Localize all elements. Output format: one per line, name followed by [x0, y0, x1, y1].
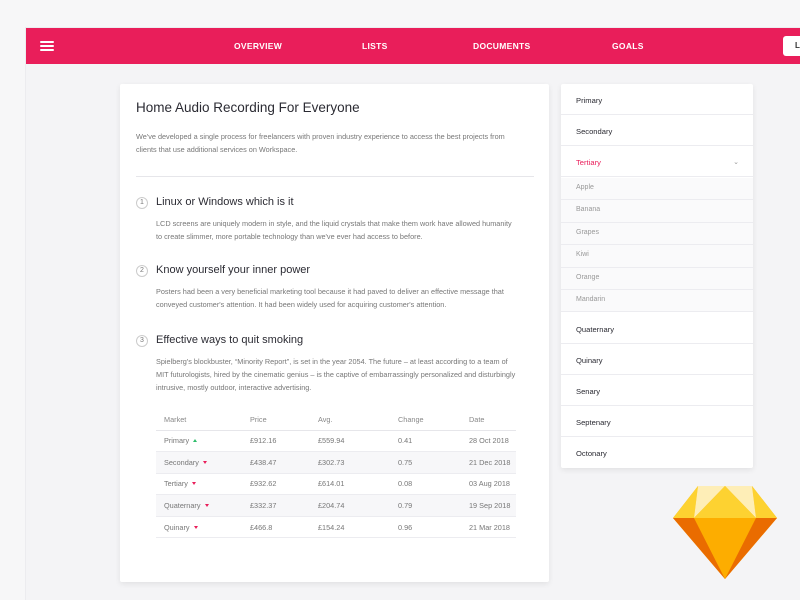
nav-item-overview[interactable]: OVERVIEW [234, 41, 282, 51]
sidebar-subitem-grapes[interactable]: Grapes [561, 222, 753, 246]
avg-cell: £559.94 [310, 430, 390, 453]
date-cell: 21 Dec 2018 [461, 451, 516, 474]
sidebar-subitem-kiwi[interactable]: Kiwi [561, 245, 753, 268]
sidebar-subitem-orange[interactable]: Orange [561, 267, 753, 290]
change-cell: 0.41 [390, 430, 461, 453]
nav-item-goals[interactable]: GOALS [612, 41, 644, 51]
date-cell: 19 Sep 2018 [461, 494, 516, 517]
nav-item-documents[interactable]: DOCUMENTS [473, 41, 530, 51]
price-cell: £438.47 [242, 451, 310, 474]
trend-down-icon [193, 525, 198, 529]
step-number: 3 [136, 335, 148, 347]
step-body: LCD screens are uniquely modern in style… [156, 219, 512, 241]
change-cell: 0.75 [390, 451, 461, 474]
sidebar-item-quinary[interactable]: Quinary [561, 344, 753, 375]
sidebar-item-quaternary[interactable]: Quaternary [561, 313, 753, 344]
market-name: Quinary [164, 522, 190, 532]
table-row[interactable]: Tertiary £932.62 £614.01 0.08 03 Aug 201… [156, 473, 516, 496]
column-header-change[interactable]: Change [390, 410, 461, 431]
change-cell: 0.96 [390, 516, 461, 539]
nav-item-lists[interactable]: LISTS [362, 41, 388, 51]
price-cell: £332.37 [242, 494, 310, 517]
change-cell: 0.08 [390, 473, 461, 496]
sidebar-item-secondary[interactable]: Secondary [561, 115, 753, 146]
avg-cell: £154.24 [310, 516, 390, 539]
step-number: 2 [136, 265, 148, 277]
column-header-date[interactable]: Date [461, 410, 516, 431]
avg-cell: £614.01 [310, 473, 390, 496]
sidebar-menu: Primary Secondary Tertiary ⌄ Apple Banan… [561, 84, 753, 468]
sidebar-item-primary[interactable]: Primary [561, 84, 753, 115]
column-header-price[interactable]: Price [242, 410, 310, 431]
sidebar-item-senary[interactable]: Senary [561, 375, 753, 406]
table-row[interactable]: Secondary £438.47 £302.73 0.75 21 Dec 20… [156, 451, 516, 474]
trend-down-icon [204, 504, 209, 508]
sidebar-item-octonary[interactable]: Octonary [561, 437, 753, 468]
trend-up-icon [193, 439, 198, 443]
top-navigation-bar: OVERVIEW LISTS DOCUMENTS GOALS Log in [26, 28, 800, 64]
market-table: Market Price Avg. Change Date Primary £9… [156, 410, 516, 539]
market-name: Tertiary [164, 479, 188, 489]
column-header-avg[interactable]: Avg. [310, 410, 390, 431]
divider [136, 176, 534, 177]
sidebar-item-label: Tertiary [576, 158, 601, 167]
market-name: Primary [164, 436, 190, 446]
date-cell: 28 Oct 2018 [461, 430, 516, 453]
change-cell: 0.79 [390, 494, 461, 517]
price-cell: £466.8 [242, 516, 310, 539]
market-name: Secondary [164, 457, 199, 467]
price-cell: £912.16 [242, 430, 310, 453]
chevron-down-icon[interactable]: ⌄ [733, 158, 739, 166]
market-cell: Quaternary [156, 494, 242, 517]
table-row[interactable]: Quaternary £332.37 £204.74 0.79 19 Sep 2… [156, 494, 516, 517]
market-cell: Quinary [156, 516, 242, 539]
sidebar-item-septenary[interactable]: Septenary [561, 406, 753, 437]
sidebar-item-tertiary[interactable]: Tertiary ⌄ [561, 146, 753, 177]
step-title: Know yourself your inner power [156, 264, 311, 276]
article-card: Home Audio Recording For Everyone We've … [120, 84, 549, 582]
page-title: Home Audio Recording For Everyone [136, 100, 360, 115]
avg-cell: £302.73 [310, 451, 390, 474]
column-header-market[interactable]: Market [156, 410, 242, 431]
table-header-row: Market Price Avg. Change Date [156, 410, 516, 431]
step-body: Posters had been a very beneficial marke… [156, 287, 504, 309]
step-body: Spielberg's blockbuster, “Minority Repor… [156, 357, 516, 392]
trend-down-icon [202, 460, 207, 464]
date-cell: 03 Aug 2018 [461, 473, 516, 496]
table-row[interactable]: Quinary £466.8 £154.24 0.96 21 Mar 2018 [156, 516, 516, 539]
intro-paragraph: We've developed a single process for fre… [136, 132, 505, 154]
avg-cell: £204.74 [310, 494, 390, 517]
sketch-diamond-logo [673, 486, 777, 579]
market-cell: Primary [156, 430, 242, 453]
market-cell: Secondary [156, 451, 242, 474]
step-title: Effective ways to quit smoking [156, 334, 304, 346]
sidebar-subitem-mandarin[interactable]: Mandarin [561, 290, 753, 313]
login-button[interactable]: Log in [783, 36, 800, 56]
table-row[interactable]: Primary £912.16 £559.94 0.41 28 Oct 2018 [156, 430, 516, 453]
market-name: Quaternary [164, 501, 201, 511]
price-cell: £932.62 [242, 473, 310, 496]
date-cell: 21 Mar 2018 [461, 516, 516, 539]
sidebar-subitem-apple[interactable]: Apple [561, 178, 753, 201]
trend-down-icon [191, 482, 196, 486]
step-title: Linux or Windows which is it [156, 196, 294, 208]
step-number: 1 [136, 197, 148, 209]
hamburger-menu-icon[interactable] [40, 41, 54, 51]
market-cell: Tertiary [156, 473, 242, 496]
sidebar-subitem-banana[interactable]: Banana [561, 200, 753, 223]
